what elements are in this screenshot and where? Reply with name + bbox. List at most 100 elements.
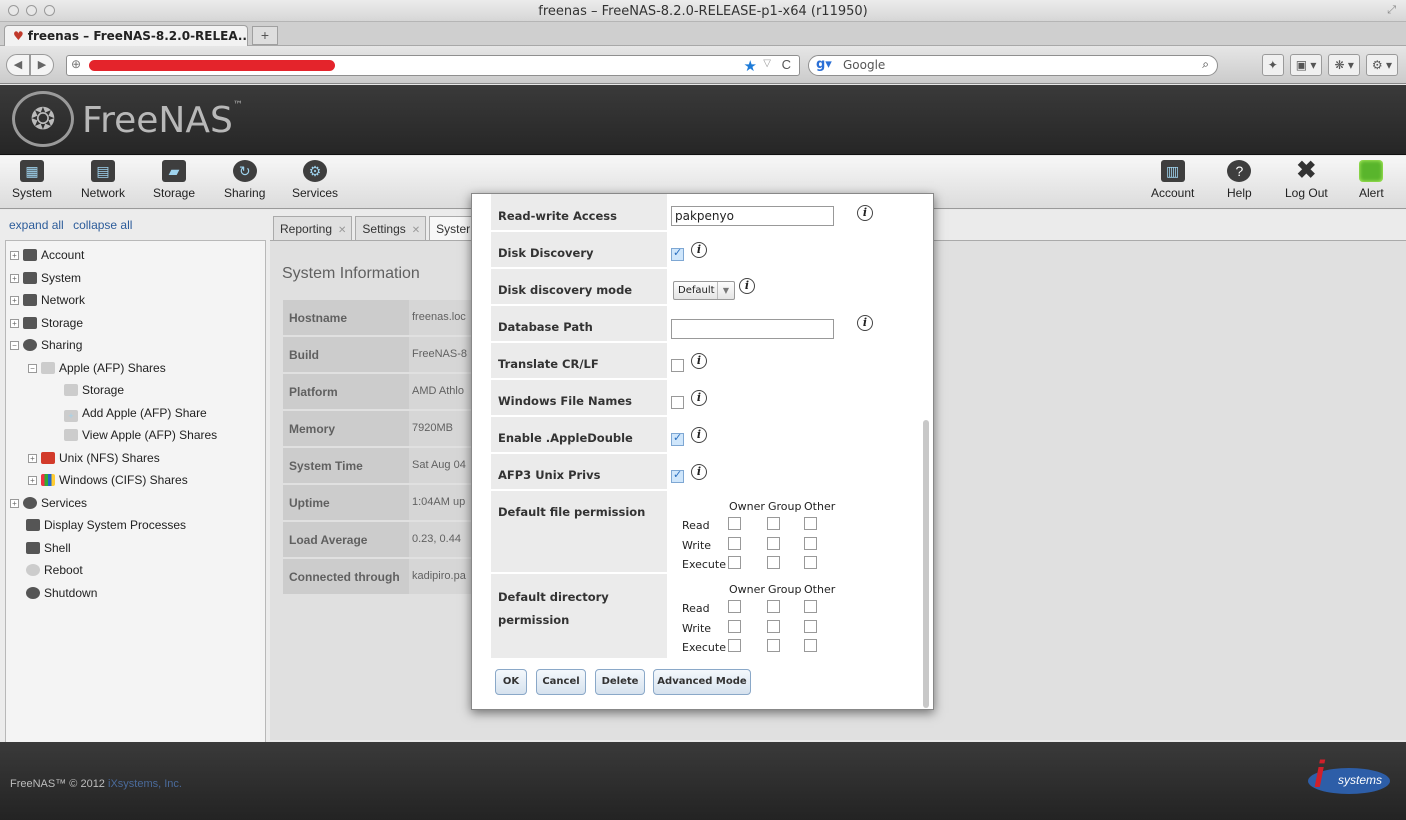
toolbar-logout[interactable]: ✖ Log Out (1285, 159, 1328, 201)
tree-item-add-afp-share[interactable]: + Add Apple (AFP) Share (64, 406, 207, 422)
tree-item-processes[interactable]: Display System Processes (26, 518, 186, 532)
dir-other-execute-checkbox[interactable] (804, 639, 817, 652)
expand-all-link[interactable]: expand all (9, 218, 64, 232)
database-path-input[interactable] (671, 319, 834, 339)
toolbar-system[interactable]: ▦ System (12, 160, 52, 200)
file-other-execute-checkbox[interactable] (804, 556, 817, 569)
back-button[interactable]: ◀ (6, 54, 30, 76)
tree-item-shell[interactable]: Shell (26, 541, 71, 555)
windows-file-names-checkbox[interactable] (671, 396, 684, 409)
browser-tab-title: freenas – FreeNAS-8.2.0-RELEA... (27, 29, 248, 43)
info-icon[interactable]: i (691, 464, 707, 480)
info-icon[interactable]: i (739, 278, 755, 294)
delete-button[interactable]: Delete (595, 669, 645, 695)
advanced-mode-button[interactable]: Advanced Mode (653, 669, 751, 695)
disk-discovery-checkbox[interactable] (671, 246, 684, 261)
forward-button[interactable]: ▶ (30, 54, 54, 76)
browser-tab[interactable]: ♥ freenas – FreeNAS-8.2.0-RELEA... (4, 25, 248, 47)
file-other-read-checkbox[interactable] (804, 517, 817, 530)
info-icon[interactable]: i (691, 427, 707, 443)
afp3-unix-privs-checkbox[interactable] (671, 468, 684, 483)
toolbar-storage[interactable]: ▰ Storage (153, 160, 195, 200)
dir-owner-write-checkbox[interactable] (728, 620, 741, 633)
tree-item-network[interactable]: + Network (10, 293, 85, 307)
toolbar-services[interactable]: ⚙ Services (292, 160, 338, 200)
google-icon[interactable]: g▾ (816, 57, 832, 72)
ok-button[interactable]: OK (495, 669, 527, 695)
tab-reporting[interactable]: Reporting ✕ (273, 216, 353, 240)
dir-group-execute-checkbox[interactable] (767, 639, 780, 652)
screenshot-icon[interactable]: ▣ ▾ (1289, 54, 1323, 76)
info-icon[interactable]: i (691, 353, 707, 369)
file-other-write-checkbox[interactable] (804, 537, 817, 550)
history-dropdown-icon[interactable]: ▽ (763, 58, 771, 69)
reload-icon[interactable]: C (782, 57, 791, 72)
info-icon[interactable]: i (857, 205, 873, 221)
tab-settings[interactable]: Settings ✕ (355, 216, 427, 240)
file-group-write-checkbox[interactable] (767, 537, 780, 550)
tree-item-reboot[interactable]: Reboot (26, 563, 83, 577)
expand-icon[interactable]: + (10, 296, 19, 305)
toolbar-sharing[interactable]: ↻ Sharing (224, 160, 265, 200)
collapse-icon[interactable]: − (28, 364, 37, 373)
tree-item-shutdown[interactable]: Shutdown (26, 586, 97, 600)
tree-item-services[interactable]: + Services (10, 496, 87, 510)
scrollbar-thumb[interactable] (923, 420, 929, 708)
tree-item-sharing[interactable]: − Sharing (10, 338, 82, 352)
file-group-read-checkbox[interactable] (767, 517, 780, 530)
dialog-scrollbar[interactable] (922, 196, 930, 708)
tree-item-view-afp-shares[interactable]: View Apple (AFP) Shares (64, 428, 217, 442)
translate-crlf-checkbox[interactable] (671, 359, 684, 372)
new-tab-button[interactable]: + (252, 26, 278, 45)
disk-discovery-mode-select[interactable]: Default ▼ (673, 281, 735, 300)
cancel-button[interactable]: Cancel (536, 669, 586, 695)
collapse-icon[interactable]: − (10, 341, 19, 350)
expand-icon[interactable]: + (10, 251, 19, 260)
info-icon[interactable]: i (691, 390, 707, 406)
file-group-execute-checkbox[interactable] (767, 556, 780, 569)
url-bar[interactable]: ⊕ ★ ▽ C (66, 55, 800, 76)
tree-item-afp-shares[interactable]: − Apple (AFP) Shares (28, 361, 166, 375)
info-icon[interactable]: i (691, 242, 707, 258)
tab-system-information[interactable]: Syster (429, 216, 477, 240)
dir-other-write-checkbox[interactable] (804, 620, 817, 633)
extension-icon[interactable]: ❋ ▾ (1328, 54, 1360, 76)
toolbar-network[interactable]: ▤ Network (81, 160, 125, 200)
tree-item-storage[interactable]: + Storage (10, 316, 83, 330)
expand-icon[interactable]: + (28, 476, 37, 485)
expand-icon[interactable]: + (28, 454, 37, 463)
dir-group-read-checkbox[interactable] (767, 600, 780, 613)
tree-item-afp-storage[interactable]: Storage (64, 383, 124, 397)
tree-item-cifs-shares[interactable]: + Windows (CIFS) Shares (28, 473, 188, 487)
dir-other-read-checkbox[interactable] (804, 600, 817, 613)
dir-group-write-checkbox[interactable] (767, 620, 780, 633)
toolbar-alert[interactable]: Alert (1359, 160, 1384, 200)
company-link[interactable]: iXsystems, Inc. (108, 778, 182, 790)
dir-owner-execute-checkbox[interactable] (728, 639, 741, 652)
close-tab-icon[interactable]: ✕ (412, 225, 420, 236)
toolbar-help[interactable]: ? Help (1227, 160, 1252, 200)
file-owner-write-checkbox[interactable] (728, 537, 741, 550)
file-owner-read-checkbox[interactable] (728, 517, 741, 530)
collapse-all-link[interactable]: collapse all (73, 218, 132, 232)
tree-item-nfs-shares[interactable]: + Unix (NFS) Shares (28, 451, 160, 465)
file-owner-execute-checkbox[interactable] (728, 556, 741, 569)
fullscreen-icon[interactable]: ⤢ (1387, 4, 1396, 17)
expand-icon[interactable]: + (10, 274, 19, 283)
dir-owner-read-checkbox[interactable] (728, 600, 741, 613)
addon-icon[interactable]: ✦ (1261, 54, 1284, 76)
tree-item-account[interactable]: + Account (10, 248, 84, 262)
expand-icon[interactable]: + (10, 319, 19, 328)
search-icon[interactable]: ⌕ (1202, 57, 1209, 72)
enable-appledouble-checkbox[interactable] (671, 431, 684, 446)
search-bar[interactable]: g▾ Google ⌕ (808, 55, 1218, 76)
info-icon[interactable]: i (857, 315, 873, 331)
tree-item-system[interactable]: + System (10, 271, 81, 285)
close-tab-icon[interactable]: ✕ (338, 225, 346, 236)
gear-icon[interactable]: ⚙ ▾ (1365, 54, 1398, 76)
expand-icon[interactable]: + (10, 499, 19, 508)
toolbar-account[interactable]: ▥ Account (1151, 160, 1194, 200)
bookmark-star-icon[interactable]: ★ (744, 57, 757, 75)
site-identity-icon[interactable]: ⊕ (71, 57, 81, 71)
rw-access-input[interactable]: pakpenyo (671, 206, 834, 226)
